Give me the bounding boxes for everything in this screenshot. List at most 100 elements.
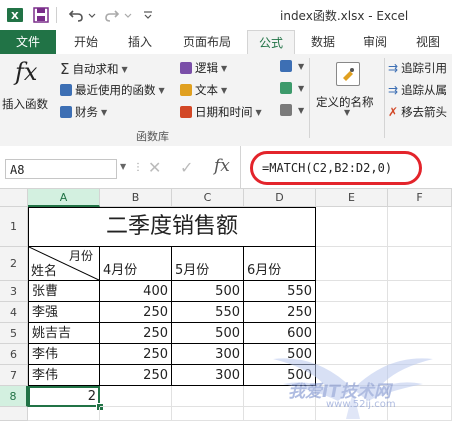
dropdown-arrow-icon: ▼ bbox=[344, 108, 351, 117]
value-cell[interactable]: 250 bbox=[100, 323, 172, 344]
row-header-1[interactable]: 1 bbox=[0, 207, 28, 247]
tab-formulas[interactable]: 公式 bbox=[247, 30, 295, 54]
row-header-5[interactable]: 5 bbox=[0, 323, 28, 344]
save-icon[interactable] bbox=[30, 4, 52, 26]
tab-review[interactable]: 审阅 bbox=[352, 30, 398, 54]
grid-cell[interactable] bbox=[388, 302, 452, 323]
month-header-b2[interactable]: 4月份 bbox=[100, 247, 172, 281]
more-functions-button[interactable]: ▼ bbox=[280, 104, 304, 116]
row-header-8[interactable]: 8 bbox=[0, 386, 28, 407]
logical-label: 逻辑 bbox=[195, 61, 218, 75]
value-cell[interactable]: 500 bbox=[172, 323, 244, 344]
name-cell[interactable]: 李强 bbox=[28, 302, 100, 323]
grid-cell[interactable] bbox=[316, 247, 388, 281]
row-header-4[interactable]: 4 bbox=[0, 302, 28, 323]
name-cell[interactable]: 李伟 bbox=[28, 344, 100, 365]
grid-cell[interactable] bbox=[316, 281, 388, 302]
tab-data[interactable]: 数据 bbox=[298, 30, 348, 54]
remove-arrows-button[interactable]: ✗ 移去箭头 bbox=[388, 104, 447, 120]
grid-cell[interactable] bbox=[100, 407, 172, 421]
column-header-d[interactable]: D bbox=[244, 189, 316, 207]
result-cell-a8[interactable]: 2 bbox=[28, 386, 100, 407]
watermark: 我爱IT技术网 www.52ij.com bbox=[258, 349, 448, 419]
logical-button[interactable]: 逻辑 ▼ bbox=[180, 60, 227, 76]
worksheet-grid[interactable]: A B C D E F 1 2 3 4 5 6 7 8 二季度销售额 月份 姓名… bbox=[0, 189, 452, 421]
redo-dropdown-icon[interactable] bbox=[123, 4, 133, 26]
tab-insert[interactable]: 插入 bbox=[114, 30, 166, 54]
row-header-2[interactable]: 2 bbox=[0, 247, 28, 281]
insert-function-fx-icon[interactable]: fx bbox=[214, 156, 230, 176]
month-header-d2[interactable]: 6月份 bbox=[244, 247, 316, 281]
name-cell[interactable]: 姚吉吉 bbox=[28, 323, 100, 344]
quick-access-toolbar: X bbox=[0, 0, 159, 30]
tab-home[interactable]: 开始 bbox=[60, 30, 112, 54]
grid-cell[interactable] bbox=[316, 207, 388, 247]
row-header-3[interactable]: 3 bbox=[0, 281, 28, 302]
row-header-9[interactable] bbox=[0, 407, 28, 421]
financial-button[interactable]: 财务 ▼ bbox=[60, 104, 107, 120]
value-cell[interactable]: 300 bbox=[172, 344, 244, 365]
recent-functions-button[interactable]: 最近使用的函数 ▼ bbox=[60, 82, 165, 98]
tab-file[interactable]: 文件 bbox=[0, 30, 56, 54]
sheet-title-cell[interactable]: 二季度销售额 bbox=[28, 207, 316, 247]
ribbon-separator bbox=[309, 58, 310, 138]
dropdown-arrow-icon: ▼ bbox=[298, 105, 305, 115]
value-cell[interactable]: 400 bbox=[100, 281, 172, 302]
trace-dependents-button[interactable]: ⇉ 追踪从属 bbox=[388, 82, 447, 98]
star-book-icon bbox=[60, 84, 72, 96]
value-cell[interactable]: 250 bbox=[244, 302, 316, 323]
column-header-c[interactable]: C bbox=[172, 189, 244, 207]
formula-bar: A8 ▼ ⋮ ✕ ✓ fx =MATCH(C2,B2:D2,0) bbox=[0, 146, 452, 189]
grid-cell[interactable] bbox=[172, 407, 244, 421]
undo-dropdown-icon[interactable] bbox=[87, 4, 97, 26]
diagonal-header-cell[interactable]: 月份 姓名 bbox=[28, 247, 100, 281]
column-header-e[interactable]: E bbox=[316, 189, 388, 207]
datetime-button[interactable]: 日期和时间 ▼ bbox=[180, 104, 262, 120]
grid-cell[interactable] bbox=[172, 386, 244, 407]
column-header-b[interactable]: B bbox=[100, 189, 172, 207]
grid-cell[interactable] bbox=[388, 281, 452, 302]
value-cell[interactable]: 550 bbox=[244, 281, 316, 302]
lookup-button[interactable]: ▼ bbox=[280, 60, 304, 72]
title-bar: X index函数.xlsx - Excel bbox=[0, 0, 452, 31]
row-header-7[interactable]: 7 bbox=[0, 365, 28, 386]
value-cell[interactable]: 250 bbox=[100, 365, 172, 386]
column-header-a[interactable]: A bbox=[28, 189, 100, 207]
grid-cell[interactable] bbox=[28, 407, 100, 421]
text-button[interactable]: 文本 ▼ bbox=[180, 82, 227, 98]
grid-cell[interactable] bbox=[388, 207, 452, 247]
name-box[interactable]: A8 bbox=[5, 159, 117, 179]
undo-icon[interactable] bbox=[65, 4, 87, 26]
redo-icon[interactable] bbox=[101, 4, 123, 26]
grid-cell[interactable] bbox=[388, 323, 452, 344]
formula-bar-grip-icon[interactable]: ⋮ bbox=[133, 162, 143, 173]
trace-precedents-button[interactable]: ⇉ 追踪引用 bbox=[388, 60, 447, 76]
column-header-f[interactable]: F bbox=[388, 189, 452, 207]
grid-cell[interactable] bbox=[316, 323, 388, 344]
autosum-button[interactable]: Σ 自动求和 ▼ bbox=[60, 60, 128, 78]
customize-qat-icon[interactable] bbox=[137, 4, 159, 26]
tab-page-layout[interactable]: 页面布局 bbox=[170, 30, 244, 54]
cancel-icon[interactable]: ✕ bbox=[148, 158, 161, 177]
value-cell[interactable]: 500 bbox=[172, 281, 244, 302]
name-box-dropdown-icon[interactable]: ▼ bbox=[120, 162, 126, 171]
grid-cell[interactable] bbox=[388, 247, 452, 281]
row-header-6[interactable]: 6 bbox=[0, 344, 28, 365]
grid-cell[interactable] bbox=[316, 302, 388, 323]
name-cell[interactable]: 张曹 bbox=[28, 281, 100, 302]
month-header-c2[interactable]: 5月份 bbox=[172, 247, 244, 281]
insert-function-button[interactable]: fx 插入函数 bbox=[2, 58, 56, 120]
select-all-corner[interactable] bbox=[0, 189, 28, 207]
value-cell[interactable]: 250 bbox=[100, 302, 172, 323]
math-button[interactable]: ▼ bbox=[280, 82, 304, 94]
value-cell[interactable]: 550 bbox=[172, 302, 244, 323]
defined-names-button[interactable]: 定义的名称 ▼ bbox=[312, 58, 382, 118]
value-cell[interactable]: 300 bbox=[172, 365, 244, 386]
trace-precedents-icon: ⇉ bbox=[388, 61, 399, 75]
grid-cell[interactable] bbox=[100, 386, 172, 407]
tab-view[interactable]: 视图 bbox=[404, 30, 452, 54]
enter-icon[interactable]: ✓ bbox=[180, 158, 193, 177]
value-cell[interactable]: 600 bbox=[244, 323, 316, 344]
name-cell[interactable]: 李伟 bbox=[28, 365, 100, 386]
value-cell[interactable]: 250 bbox=[100, 344, 172, 365]
